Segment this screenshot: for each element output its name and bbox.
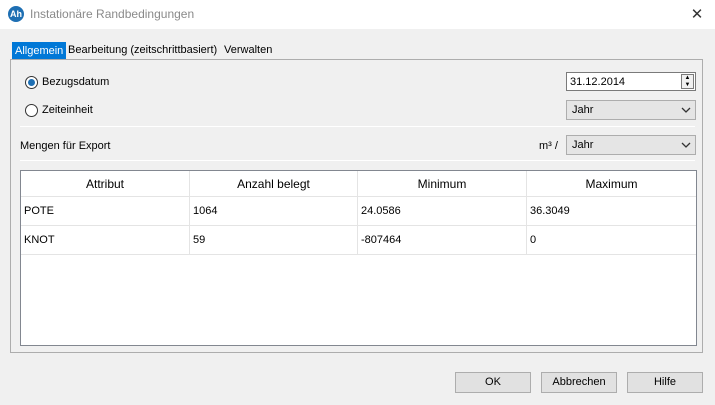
help-button[interactable]: Hilfe xyxy=(627,372,703,393)
chevron-down-icon xyxy=(681,142,691,148)
column-header[interactable]: Maximum xyxy=(527,171,696,196)
date-spin-buttons[interactable]: ▲ ▼ xyxy=(681,74,694,89)
tab-bearbeitung[interactable]: Bearbeitung (zeitschrittbasiert) xyxy=(66,42,219,60)
spin-up-icon[interactable]: ▲ xyxy=(682,75,693,81)
table-cell: -807464 xyxy=(358,226,527,254)
zeiteinheit-radio[interactable] xyxy=(25,103,38,117)
zeiteinheit-label: Zeiteinheit xyxy=(42,104,93,116)
table-cell: KNOT xyxy=(21,226,190,254)
export-period-value: Jahr xyxy=(572,139,594,151)
table-header: Attribut Anzahl belegt Minimum Maximum xyxy=(21,171,696,197)
date-spinbox[interactable]: 31.12.2014 ▲ ▼ xyxy=(566,72,696,91)
export-period-select[interactable]: Jahr xyxy=(566,135,696,155)
date-value: 31.12.2014 xyxy=(570,76,626,88)
bezugsdatum-radio[interactable] xyxy=(25,75,38,89)
ok-button[interactable]: OK xyxy=(455,372,531,393)
title-bar: Ah Instationäre Randbedingungen ✕ xyxy=(0,0,715,29)
spin-down-icon[interactable]: ▼ xyxy=(682,82,693,88)
tab-verwalten[interactable]: Verwalten xyxy=(222,42,274,60)
unit-label: m³ / xyxy=(539,140,558,152)
export-label: Mengen für Export xyxy=(20,140,111,152)
table-cell: 59 xyxy=(190,226,358,254)
window-title: Instationäre Randbedingungen xyxy=(30,7,195,21)
close-icon[interactable]: ✕ xyxy=(679,0,715,29)
table-cell: 24.0586 xyxy=(358,197,527,225)
table-cell: 1064 xyxy=(190,197,358,225)
tab-allgemein[interactable]: Allgemein xyxy=(12,42,67,60)
separator xyxy=(20,160,695,161)
table-cell: POTE xyxy=(21,197,190,225)
table-row[interactable]: POTE 1064 24.0586 36.3049 xyxy=(21,197,696,226)
cancel-button[interactable]: Abbrechen xyxy=(541,372,617,393)
bezugsdatum-option[interactable]: Bezugsdatum xyxy=(25,74,109,90)
table-cell: 0 xyxy=(530,234,537,246)
table-row[interactable]: KNOT 59 -807464 0 xyxy=(21,226,696,255)
column-header[interactable]: Anzahl belegt xyxy=(190,171,358,196)
column-header[interactable]: Minimum xyxy=(358,171,527,196)
app-logo-icon: Ah xyxy=(8,6,24,22)
separator xyxy=(20,126,695,127)
chevron-down-icon xyxy=(681,107,691,113)
attribute-table[interactable]: Attribut Anzahl belegt Minimum Maximum P… xyxy=(20,170,697,346)
zeiteinheit-option[interactable]: Zeiteinheit xyxy=(25,102,93,118)
tab-panel-allgemein: Bezugsdatum 31.12.2014 ▲ ▼ Zeiteinheit J… xyxy=(10,59,703,353)
zeiteinheit-select-value: Jahr xyxy=(572,104,594,116)
table-cell: 36.3049 xyxy=(530,205,570,217)
zeiteinheit-select[interactable]: Jahr xyxy=(566,100,696,120)
column-header[interactable]: Attribut xyxy=(21,171,190,196)
bezugsdatum-label: Bezugsdatum xyxy=(42,76,110,88)
